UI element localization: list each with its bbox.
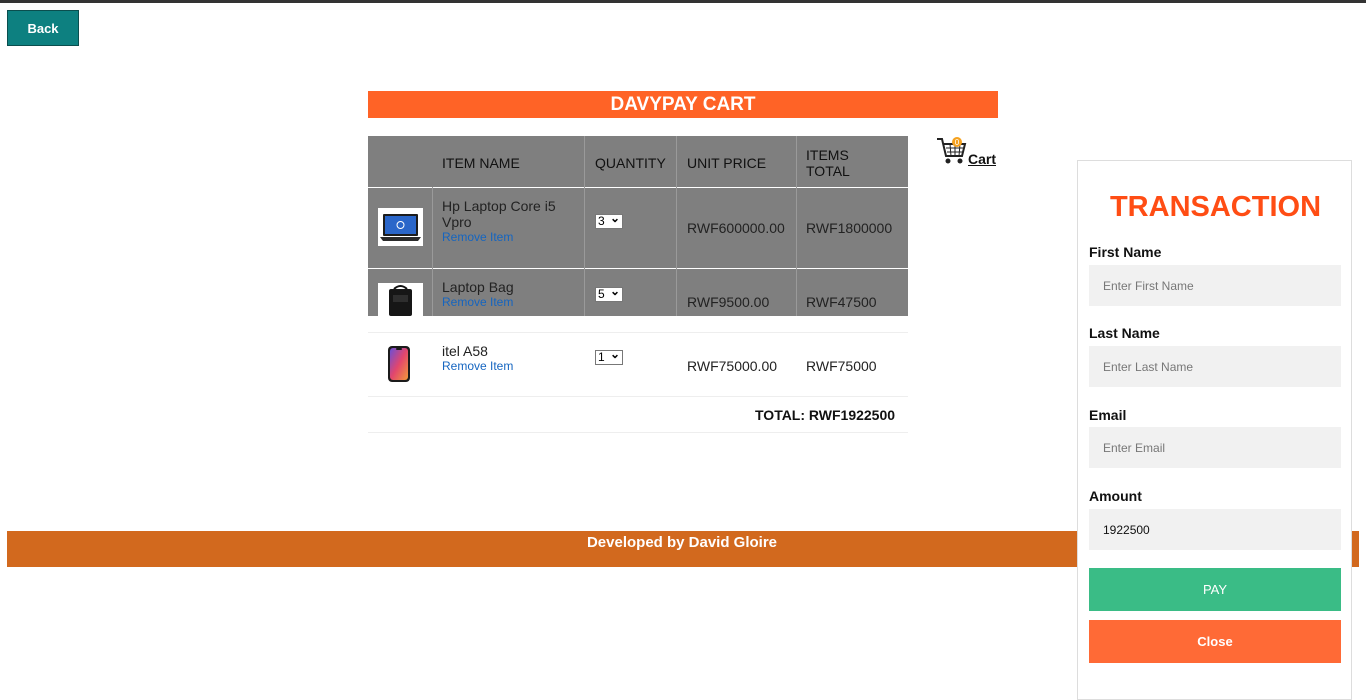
- unit-price: RWF75000.00: [687, 358, 778, 374]
- table-row: Hp Laptop Core i5 Vpro Remove Item 3 RWF…: [368, 187, 908, 268]
- first-name-field[interactable]: [1089, 265, 1341, 306]
- close-button[interactable]: Close: [1089, 620, 1341, 663]
- remove-item-link[interactable]: Remove Item: [442, 230, 513, 244]
- row-divider: [368, 332, 908, 333]
- items-total: RWF1800000: [806, 220, 893, 236]
- column-header-items-total: ITEMS TOTAL: [806, 147, 850, 179]
- cart-title-banner: DAVYPAY CART: [368, 91, 998, 118]
- row-divider: [368, 268, 908, 269]
- quantity-select[interactable]: 3: [595, 212, 623, 229]
- table-row: itel A58 Remove Item 1 RWF75000.00 RWF75…: [368, 332, 908, 396]
- cart-badge: 0: [955, 138, 960, 147]
- items-total: RWF47500: [806, 294, 877, 310]
- column-separator: [432, 187, 433, 316]
- transaction-title: TRANSACTION: [1109, 191, 1322, 223]
- cart-link[interactable]: 0 Cart: [936, 136, 1000, 168]
- pay-button[interactable]: PAY: [1089, 568, 1341, 611]
- laptop-icon: [378, 208, 423, 246]
- top-border: [0, 0, 1366, 3]
- row-divider: [368, 396, 908, 397]
- amount-label: Amount: [1089, 488, 1142, 504]
- footer-text: Developed by David Gloire: [586, 534, 778, 551]
- quantity-select[interactable]: 5: [595, 285, 623, 302]
- transaction-modal: TRANSACTION First Name Last Name Email A…: [1077, 160, 1352, 700]
- phone-icon: [386, 346, 412, 382]
- column-separator: [796, 136, 797, 316]
- laptop-bag-icon: [378, 283, 423, 316]
- column-header-quantity: QUANTITY: [595, 155, 666, 171]
- last-name-field[interactable]: [1089, 346, 1341, 387]
- item-name: Laptop Bag: [442, 279, 514, 295]
- unit-price: RWF9500.00: [687, 294, 770, 310]
- first-name-label: First Name: [1089, 244, 1162, 260]
- email-field[interactable]: [1089, 427, 1341, 468]
- column-header-item-name: ITEM NAME: [442, 155, 520, 171]
- table-row: Laptop Bag Remove Item 5 RWF9500.00 RWF4…: [368, 268, 908, 316]
- shopping-cart-icon: 0: [937, 137, 967, 164]
- row-divider: [368, 187, 908, 188]
- column-separator: [584, 136, 585, 316]
- back-button[interactable]: Back: [7, 10, 79, 46]
- quantity-select[interactable]: 1: [595, 348, 623, 365]
- cart-link-label: Cart: [968, 151, 997, 167]
- column-separator: [676, 136, 677, 316]
- table-header-row: ITEM NAME QUANTITY UNIT PRICE ITEMS TOTA…: [368, 136, 908, 187]
- remove-item-link[interactable]: Remove Item: [442, 295, 513, 309]
- unit-price: RWF600000.00: [687, 220, 785, 236]
- item-name: itel A58: [442, 343, 488, 359]
- items-total: RWF75000: [806, 358, 877, 374]
- amount-field[interactable]: [1089, 509, 1341, 550]
- item-name: Hp Laptop Core i5 Vpro: [442, 198, 556, 230]
- cart-title: DAVYPAY CART: [610, 93, 756, 115]
- last-name-label: Last Name: [1089, 325, 1160, 341]
- column-header-unit-price: UNIT PRICE: [687, 155, 767, 171]
- cart-total: TOTAL: RWF1922500: [755, 407, 896, 423]
- row-divider: [368, 432, 908, 433]
- email-label: Email: [1089, 407, 1127, 423]
- remove-item-link[interactable]: Remove Item: [442, 359, 513, 373]
